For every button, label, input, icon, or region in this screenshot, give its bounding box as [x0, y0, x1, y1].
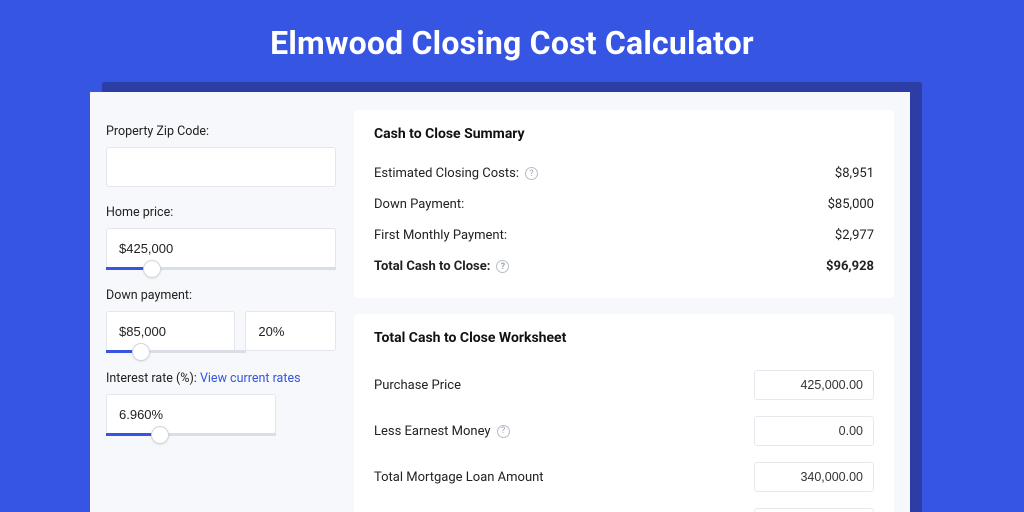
interest-rate-label-text: Interest rate (%):: [106, 371, 200, 386]
summary-card: Cash to Close Summary Estimated Closing …: [354, 110, 894, 298]
worksheet-row-second-mortgage: Total Second Mortgage Amount ?: [374, 500, 874, 512]
summary-row-down-payment: Down Payment: $85,000: [374, 189, 874, 220]
view-rates-link[interactable]: View current rates: [200, 371, 301, 386]
help-icon[interactable]: ?: [497, 425, 510, 438]
worksheet-row-purchase-price: Purchase Price: [374, 362, 874, 408]
home-price-field: Home price:: [106, 205, 336, 270]
down-payment-slider[interactable]: [106, 350, 246, 353]
zip-label: Property Zip Code:: [106, 124, 336, 139]
down-payment-input[interactable]: [106, 311, 235, 351]
summary-label: Estimated Closing Costs:: [374, 166, 519, 181]
summary-row-first-payment: First Monthly Payment: $2,977: [374, 220, 874, 251]
worksheet-row-mortgage-amount: Total Mortgage Loan Amount: [374, 454, 874, 500]
summary-label: Total Cash to Close:: [374, 259, 490, 274]
zip-field: Property Zip Code:: [106, 124, 336, 187]
worksheet-input-mortgage-amount[interactable]: [754, 462, 874, 492]
worksheet-title: Total Cash to Close Worksheet: [374, 330, 874, 346]
interest-rate-slider-thumb[interactable]: [151, 426, 169, 444]
zip-input[interactable]: [106, 147, 336, 187]
interest-rate-field: Interest rate (%): View current rates: [106, 371, 336, 436]
worksheet-label: Total Mortgage Loan Amount: [374, 470, 544, 485]
worksheet-row-earnest-money: Less Earnest Money ?: [374, 408, 874, 454]
home-price-slider-thumb[interactable]: [143, 260, 161, 278]
summary-row-closing-costs: Estimated Closing Costs: ? $8,951: [374, 158, 874, 189]
worksheet-input-purchase-price[interactable]: [754, 370, 874, 400]
worksheet-card: Total Cash to Close Worksheet Purchase P…: [354, 314, 894, 512]
home-price-input[interactable]: [106, 228, 336, 268]
summary-label: Down Payment:: [374, 197, 464, 212]
summary-value: $96,928: [826, 259, 874, 274]
inputs-column: Property Zip Code: Home price: Down paym…: [106, 110, 336, 512]
page-title: Elmwood Closing Cost Calculator: [0, 0, 1024, 82]
help-icon[interactable]: ?: [496, 260, 509, 273]
help-icon[interactable]: ?: [525, 167, 538, 180]
interest-rate-input[interactable]: [106, 394, 276, 434]
results-column: Cash to Close Summary Estimated Closing …: [354, 110, 894, 512]
worksheet-label: Purchase Price: [374, 378, 461, 393]
home-price-label: Home price:: [106, 205, 336, 220]
summary-value: $85,000: [828, 197, 874, 212]
worksheet-input-earnest-money[interactable]: [754, 416, 874, 446]
down-payment-field: Down payment:: [106, 288, 336, 353]
calculator-card: Property Zip Code: Home price: Down paym…: [90, 92, 910, 512]
summary-title: Cash to Close Summary: [374, 126, 874, 142]
down-payment-slider-thumb[interactable]: [132, 343, 150, 361]
summary-label: First Monthly Payment:: [374, 228, 507, 243]
card-shadow: Property Zip Code: Home price: Down paym…: [102, 82, 922, 512]
summary-value: $2,977: [835, 228, 874, 243]
down-payment-label: Down payment:: [106, 288, 336, 303]
worksheet-input-second-mortgage[interactable]: [754, 508, 874, 512]
worksheet-label: Less Earnest Money: [374, 424, 491, 439]
down-payment-pct-input[interactable]: [245, 311, 336, 351]
interest-rate-slider[interactable]: [106, 433, 276, 436]
interest-rate-label: Interest rate (%): View current rates: [106, 371, 336, 386]
home-price-slider[interactable]: [106, 267, 336, 270]
summary-row-total: Total Cash to Close: ? $96,928: [374, 251, 874, 282]
summary-value: $8,951: [835, 166, 874, 181]
